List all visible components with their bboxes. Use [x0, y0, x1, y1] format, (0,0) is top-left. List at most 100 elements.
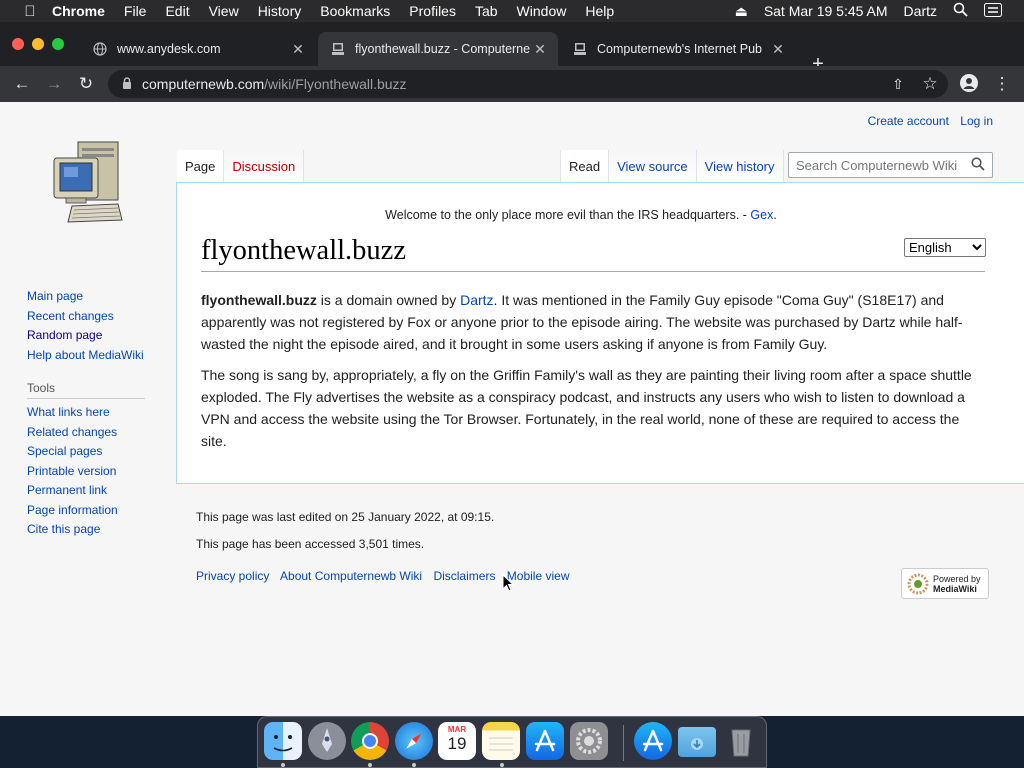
- wiki-search-input[interactable]: [796, 157, 968, 173]
- log-in-link[interactable]: Log in: [960, 114, 993, 128]
- chrome-icon[interactable]: [351, 722, 389, 760]
- sidebar-item-main-page[interactable]: Main page: [27, 287, 177, 307]
- site-notice-end: .: [773, 208, 777, 222]
- app-store-icon[interactable]: [634, 722, 672, 760]
- browser-tab-flyonthewall[interactable]: flyonthewall.buzz - Computernewb ✕: [318, 32, 558, 66]
- sidebar-item-help[interactable]: Help about MediaWiki: [27, 346, 177, 366]
- browser-tab-strip: www.anydesk.com ✕ flyonthewall.buzz - Co…: [0, 22, 1024, 74]
- system-preferences-icon[interactable]: [570, 722, 608, 760]
- tab-close-icon[interactable]: ✕: [288, 41, 308, 58]
- sidebar-item-recent-changes[interactable]: Recent changes: [27, 307, 177, 327]
- macos-dock: MAR 19: [257, 716, 767, 768]
- tab-view-history[interactable]: View history: [696, 150, 784, 182]
- app-store-icon[interactable]: [526, 722, 564, 760]
- macos-menu-bar:  Chrome File Edit View History Bookmark…: [0, 0, 1024, 22]
- search-icon[interactable]: [968, 156, 988, 174]
- calendar-day: 19: [447, 734, 467, 753]
- window-close-button[interactable]: [12, 38, 24, 50]
- safari-icon[interactable]: [395, 722, 433, 760]
- menu-view[interactable]: View: [209, 3, 239, 19]
- personal-tools: Create account Log in: [860, 114, 993, 128]
- window-zoom-button[interactable]: [52, 38, 64, 50]
- sidebar-item-related-changes[interactable]: Related changes: [27, 423, 177, 443]
- reload-icon[interactable]: ↻: [76, 74, 96, 94]
- footer-links: Privacy policy About Computernewb Wiki D…: [196, 569, 996, 583]
- sidebar-item-random-page[interactable]: Random page: [27, 326, 177, 346]
- namespace-tabs: Page Discussion: [177, 150, 305, 182]
- site-logo-computer-icon[interactable]: [52, 140, 124, 224]
- menu-app-chrome[interactable]: Chrome: [52, 3, 105, 19]
- dock-running-indicator: [500, 763, 504, 767]
- menu-window[interactable]: Window: [517, 3, 567, 19]
- finder-icon[interactable]: [264, 722, 302, 760]
- sidebar: Main page Recent changes Random page Hel…: [27, 287, 177, 540]
- apple-menu-icon[interactable]: : [20, 3, 40, 20]
- footer-link-about[interactable]: About Computernewb Wiki: [280, 569, 422, 583]
- sidebar-item-page-information[interactable]: Page information: [27, 501, 177, 521]
- browser-tab-internet-pub[interactable]: Computernewb's Internet Pub ✕: [560, 32, 796, 66]
- kebab-menu-icon[interactable]: ⋮: [992, 74, 1012, 94]
- mouse-cursor-icon: [502, 574, 514, 592]
- mediawiki-text: MediaWiki: [933, 583, 977, 594]
- sidebar-item-special-pages[interactable]: Special pages: [27, 442, 177, 462]
- tab-read[interactable]: Read: [560, 150, 610, 182]
- spotlight-search-icon[interactable]: [953, 2, 968, 20]
- tab-close-icon[interactable]: ✕: [530, 41, 550, 58]
- menu-history[interactable]: History: [258, 3, 302, 19]
- article-link-dartz[interactable]: Dartz: [460, 292, 493, 308]
- tab-discussion[interactable]: Discussion: [224, 150, 305, 182]
- menu-tab[interactable]: Tab: [475, 3, 498, 19]
- computer-icon: [572, 41, 588, 57]
- tab-view-source[interactable]: View source: [609, 150, 697, 182]
- lock-icon[interactable]: [122, 76, 132, 92]
- trash-icon[interactable]: [722, 722, 760, 760]
- sidebar-item-printable-version[interactable]: Printable version: [27, 462, 177, 482]
- menubar-user[interactable]: Dartz: [904, 3, 937, 19]
- eject-icon[interactable]: ⏏: [735, 3, 748, 20]
- menu-edit[interactable]: Edit: [165, 3, 189, 19]
- language-select[interactable]: English: [904, 238, 986, 257]
- calendar-icon[interactable]: MAR 19: [438, 722, 476, 760]
- sidebar-item-cite-this-page[interactable]: Cite this page: [27, 520, 177, 540]
- site-notice-link-gex[interactable]: Gex: [750, 208, 773, 222]
- menu-file[interactable]: File: [124, 3, 147, 19]
- sidebar-item-permanent-link[interactable]: Permanent link: [27, 481, 177, 501]
- site-notice-text: Welcome to the only place more evil than…: [385, 208, 751, 222]
- menu-help[interactable]: Help: [585, 3, 614, 19]
- menu-profiles[interactable]: Profiles: [409, 3, 456, 19]
- dock-running-indicator: [412, 763, 416, 767]
- computer-icon: [330, 41, 346, 57]
- bookmark-star-icon[interactable]: ☆: [920, 74, 940, 94]
- sidebar-item-what-links-here[interactable]: What links here: [27, 403, 177, 423]
- forward-arrow-icon[interactable]: →: [44, 74, 64, 94]
- tab-page[interactable]: Page: [177, 150, 225, 182]
- downloads-folder-icon[interactable]: [678, 727, 716, 757]
- page-footer: This page was last edited on 25 January …: [196, 510, 996, 583]
- launchpad-icon[interactable]: [308, 722, 346, 760]
- footer-accessed-count: This page has been accessed 3,501 times.: [196, 537, 425, 551]
- footer-link-mobile-view[interactable]: Mobile view: [507, 569, 570, 583]
- profile-avatar-icon[interactable]: [959, 74, 979, 94]
- footer-link-disclaimers[interactable]: Disclaimers: [433, 569, 495, 583]
- window-minimize-button[interactable]: [32, 38, 44, 50]
- control-center-icon[interactable]: [984, 2, 1002, 20]
- article-subject-bold: flyonthewall.buzz: [201, 292, 317, 308]
- tab-title: www.anydesk.com: [117, 42, 221, 56]
- notes-icon[interactable]: [482, 722, 520, 760]
- share-icon[interactable]: ⇧: [888, 74, 908, 94]
- article-paragraph-1: flyonthewall.buzz is a domain owned by D…: [201, 289, 985, 356]
- browser-tab-anydesk[interactable]: www.anydesk.com ✕: [80, 32, 316, 66]
- tab-close-icon[interactable]: ✕: [768, 41, 788, 58]
- dock-separator: [623, 725, 624, 761]
- back-arrow-icon[interactable]: ←: [12, 74, 32, 94]
- footer-link-privacy[interactable]: Privacy policy: [196, 569, 269, 583]
- powered-by-mediawiki-badge[interactable]: Powered by MediaWiki: [901, 568, 989, 599]
- calendar-month: MAR: [447, 725, 467, 734]
- create-account-link[interactable]: Create account: [868, 114, 949, 128]
- sidebar-tools-heading: Tools: [27, 381, 145, 399]
- menubar-clock[interactable]: Sat Mar 19 5:45 AM: [764, 3, 888, 19]
- article-body: flyonthewall.buzz is a domain owned by D…: [201, 289, 985, 460]
- menu-bookmarks[interactable]: Bookmarks: [320, 3, 390, 19]
- address-bar[interactable]: computernewb.com/wiki/Flyonthewall.buzz: [108, 70, 948, 98]
- view-tabs: Read View source View history: [560, 150, 784, 182]
